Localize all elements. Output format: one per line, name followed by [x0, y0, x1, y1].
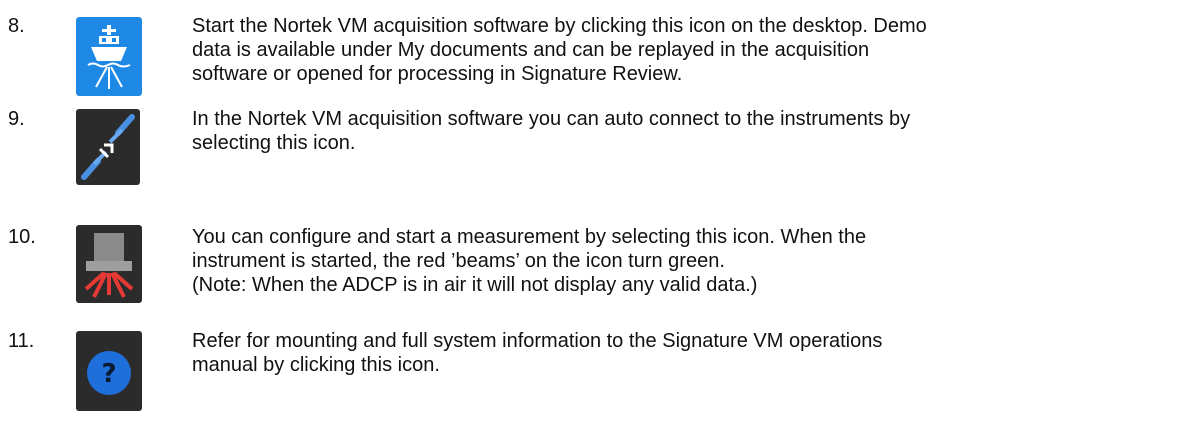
instrument-beams-icon[interactable]: [76, 225, 142, 303]
step-description: You can configure and start a measuremen…: [192, 226, 867, 296]
step-8: 8. Start the Nortek VM acquisition softw…: [0, 14, 1181, 98]
step-9: 9. In the Nortek VM acquisition software…: [0, 107, 1181, 187]
step-description: In the Nortek VM acquisition software yo…: [192, 108, 911, 154]
step-10: 10. You can configure and start a measur…: [0, 225, 1181, 307]
svg-text:?: ?: [101, 359, 116, 389]
step-number: 10.: [8, 226, 36, 248]
step-description: Refer for mounting and full system infor…: [192, 330, 883, 376]
step-number: 9.: [8, 108, 25, 130]
step-number: 11.: [8, 330, 35, 352]
help-icon[interactable]: ?: [76, 331, 142, 411]
connect-icon[interactable]: [76, 109, 140, 185]
step-description: Start the Nortek VM acquisition software…: [192, 15, 927, 85]
step-number: 8.: [8, 15, 25, 37]
step-11: 11. ? Refer for mounting and full system…: [0, 329, 1181, 415]
ship-icon[interactable]: [76, 17, 142, 96]
